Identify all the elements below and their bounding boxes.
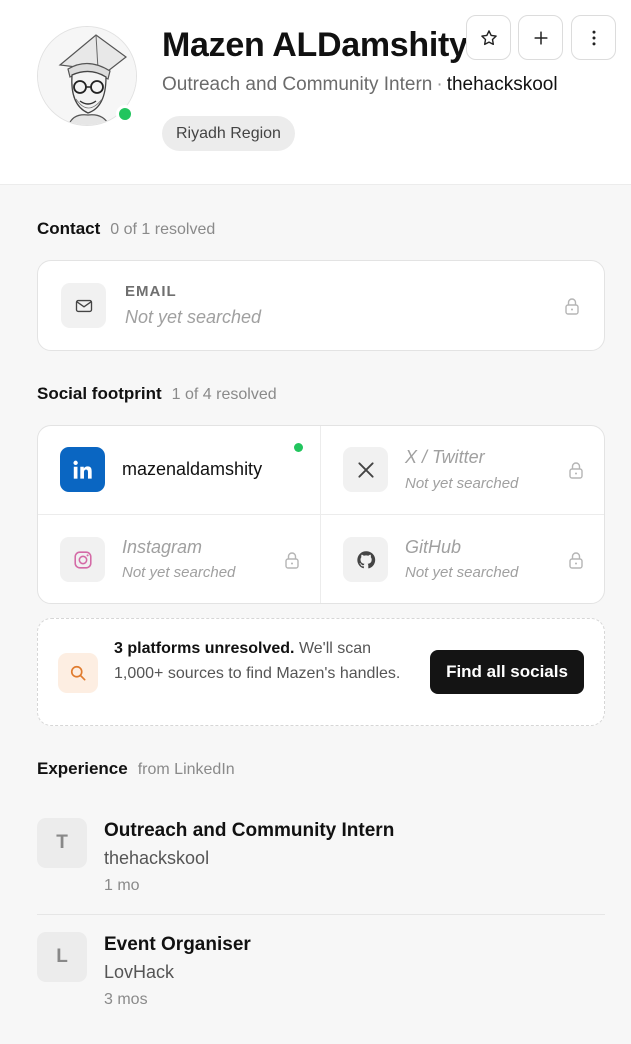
- subtitle-separator: ·: [436, 74, 443, 95]
- profile-header: Mazen ALDamshity Outreach and Community …: [0, 0, 631, 185]
- more-options-button[interactable]: [571, 15, 616, 60]
- social-cell-twitter[interactable]: X / Twitter Not yet searched: [321, 426, 604, 514]
- instagram-status: Not yet searched: [122, 564, 236, 581]
- linkedin-icon-box: [60, 447, 105, 492]
- profile-company[interactable]: thehackskool: [447, 74, 558, 95]
- experience-company: LovHack: [104, 962, 175, 982]
- search-icon: [70, 665, 86, 681]
- experience-duration: 3 mos: [104, 991, 148, 1008]
- experience-title-text: Event Organiser: [104, 934, 251, 955]
- contact-title: Contact: [37, 219, 101, 238]
- profile-subtitle: Outreach and Community Intern · thehacksko…: [162, 74, 558, 96]
- lock-icon: [565, 298, 579, 315]
- search-icon-box: [58, 653, 98, 693]
- twitter-status: Not yet searched: [405, 475, 519, 492]
- instagram-icon: [73, 550, 92, 569]
- contact-meta: 0 of 1 resolved: [110, 221, 216, 238]
- lock-icon: [569, 552, 583, 569]
- instagram-icon-box: [60, 537, 105, 582]
- experience-title-text: Outreach and Community Intern: [104, 820, 395, 841]
- x-twitter-icon: [357, 461, 374, 478]
- email-icon-box: [61, 283, 106, 328]
- profile-role: Outreach and Community Intern: [162, 74, 433, 95]
- twitter-name: X / Twitter: [405, 447, 485, 467]
- github-icon: [356, 550, 375, 568]
- social-grid: mazenaldamshity X / Twitter Not yet sear…: [37, 425, 605, 604]
- social-cell-github[interactable]: GitHub Not yet searched: [321, 515, 604, 603]
- email-label: EMAIL: [125, 283, 177, 300]
- region-badge: Riyadh Region: [162, 116, 295, 151]
- experience-item[interactable]: L Event Organiser LovHack 3 mos: [37, 932, 605, 1012]
- social-cell-linkedin[interactable]: mazenaldamshity: [38, 426, 320, 514]
- resolved-dot: [294, 443, 303, 452]
- mail-icon: [75, 299, 92, 312]
- banner-text-bold: 3 platforms unresolved.: [114, 640, 295, 657]
- add-button[interactable]: [518, 15, 563, 60]
- github-name: GitHub: [405, 537, 462, 557]
- online-status-dot: [116, 105, 134, 123]
- star-icon: [480, 29, 497, 45]
- social-title: Social footprint: [37, 384, 162, 403]
- social-cell-instagram[interactable]: Instagram Not yet searched: [38, 515, 320, 603]
- github-icon-box: [343, 537, 388, 582]
- experience-company: thehackskool: [104, 848, 210, 868]
- lock-icon: [285, 552, 299, 569]
- github-status: Not yet searched: [405, 564, 519, 581]
- social-meta: 1 of 4 resolved: [171, 386, 277, 403]
- twitter-icon-box: [343, 447, 388, 492]
- email-value: Not yet searched: [125, 307, 262, 327]
- linkedin-handle[interactable]: mazenaldamshity: [122, 459, 262, 480]
- experience-title: Experience: [37, 759, 128, 778]
- social-section-title: Social footprint 1 of 4 resolved: [37, 384, 277, 404]
- company-logo: T: [37, 818, 87, 868]
- experience-item[interactable]: T Outreach and Community Intern thehacks…: [37, 818, 605, 898]
- experience-meta: from LinkedIn: [137, 761, 235, 778]
- email-card[interactable]: EMAIL Not yet searched: [37, 260, 605, 351]
- banner-text: 3 platforms unresolved. We'll scan 1,000…: [114, 637, 414, 686]
- linkedin-icon: [72, 460, 92, 479]
- more-vertical-icon: [592, 30, 595, 45]
- contact-section-title: Contact 0 of 1 resolved: [37, 219, 215, 239]
- company-logo: L: [37, 932, 87, 982]
- lock-icon: [569, 462, 583, 479]
- plus-icon: [533, 30, 548, 45]
- find-socials-banner: 3 platforms unresolved. We'll scan 1,000…: [37, 618, 605, 726]
- instagram-name: Instagram: [122, 537, 203, 557]
- find-all-socials-button[interactable]: Find all socials: [430, 650, 584, 694]
- experience-section-title: Experience from LinkedIn: [37, 759, 235, 779]
- experience-duration: 1 mo: [104, 877, 140, 894]
- favorite-button[interactable]: [466, 15, 511, 60]
- profile-name: Mazen ALDamshity: [162, 26, 468, 64]
- divider: [37, 914, 605, 915]
